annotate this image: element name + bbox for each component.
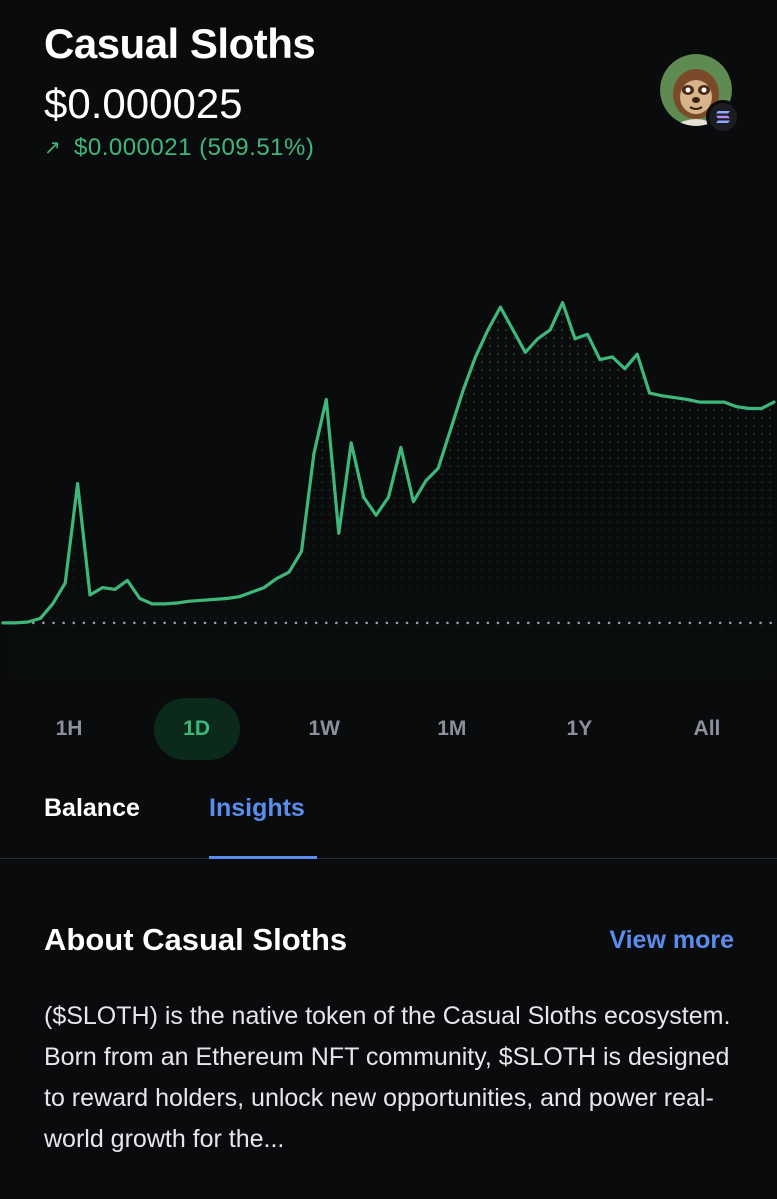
range-1w-button[interactable]: 1W bbox=[281, 698, 367, 760]
tab-insights[interactable]: Insights bbox=[209, 794, 305, 823]
token-avatar[interactable] bbox=[660, 54, 740, 134]
active-tab-indicator bbox=[209, 856, 317, 859]
view-more-link[interactable]: View more bbox=[609, 926, 734, 955]
range-1y-button[interactable]: 1Y bbox=[536, 698, 622, 760]
range-1d-button[interactable]: 1D bbox=[153, 698, 240, 760]
range-1m-button[interactable]: 1M bbox=[409, 698, 495, 760]
tab-balance[interactable]: Balance bbox=[44, 794, 140, 823]
price-change: ↗ $0.000021 (509.51%) bbox=[44, 134, 747, 162]
range-1h-button[interactable]: 1H bbox=[26, 698, 112, 760]
about-description: ($SLOTH) is the native token of the Casu… bbox=[44, 1002, 731, 1153]
arrow-up-right-icon: ↗ bbox=[44, 137, 62, 159]
about-title: About Casual Sloths bbox=[44, 922, 348, 957]
price-change-text: $0.000021 (509.51%) bbox=[74, 134, 315, 161]
token-name: Casual Sloths bbox=[44, 20, 316, 67]
about-header: About Casual Sloths View more bbox=[44, 922, 734, 958]
token-header: Casual Sloths $0.000025 ↗ $0.000021 (509… bbox=[44, 18, 747, 162]
price-chart[interactable] bbox=[0, 280, 777, 680]
time-range-selector: 1H 1D 1W 1M 1Y All bbox=[26, 698, 750, 760]
token-price: $0.000025 bbox=[44, 80, 243, 127]
tab-bar: Balance Insights bbox=[0, 780, 777, 859]
range-all-button[interactable]: All bbox=[664, 698, 750, 760]
solana-icon bbox=[706, 100, 740, 134]
